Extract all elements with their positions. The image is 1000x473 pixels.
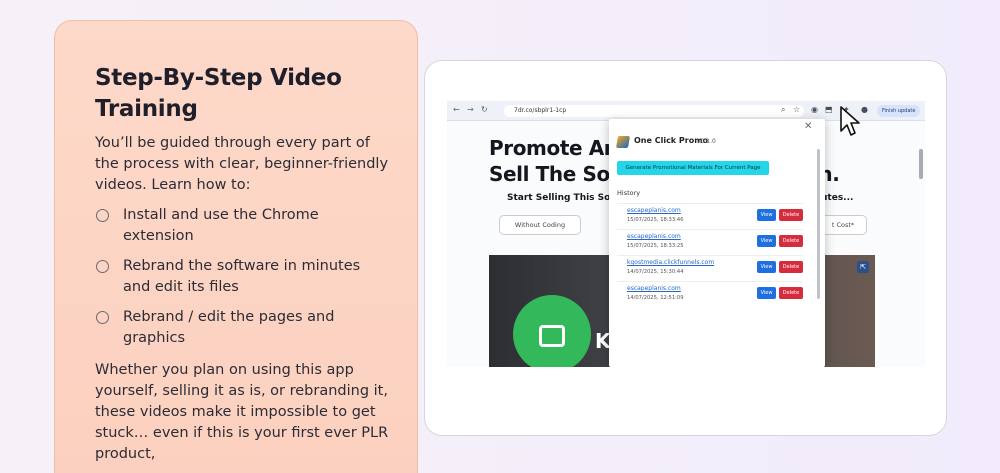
view-button: View: [757, 235, 776, 247]
address-bar: 7dr.co/sbplr1-1cp: [504, 105, 804, 117]
history-row: kgostmedia.clickfunnels.com 14/07/2025, …: [617, 255, 803, 279]
card-outro: Whether you plan on using this app yours…: [95, 362, 389, 462]
back-icon: ←: [453, 105, 460, 114]
history-heading: History: [617, 189, 641, 197]
share-icon: ⇱: [857, 261, 869, 273]
page-scrollbar: [919, 149, 923, 179]
popup-version: v0.1.0: [697, 138, 716, 145]
feature-label: Install and use the Chrome extension: [123, 207, 319, 244]
popup-scrollbar: [817, 149, 820, 299]
history-domain: escapeplanis.com: [627, 233, 681, 240]
circle-bullet-icon: [96, 209, 109, 222]
camera-icon: [539, 325, 565, 347]
feature-label: Rebrand the software in minutes and edit…: [123, 258, 361, 295]
view-button: View: [757, 209, 776, 221]
close-icon: ✕: [804, 121, 813, 132]
history-domain: kgostmedia.clickfunnels.com: [627, 259, 715, 266]
feature-label: Rebrand / edit the pages and graphics: [123, 309, 335, 346]
history-domain: escapeplanis.com: [627, 285, 681, 292]
generate-materials-button: Generate Promotional Materials For Curre…: [617, 161, 769, 175]
feature-item: Install and use the Chrome extension: [95, 205, 385, 247]
delete-button: Delete: [779, 235, 803, 247]
mouse-pointer-icon: [840, 106, 860, 136]
demo-card: ← → ↻ 7dr.co/sbplr1-1cp ⌕ ☆ ◉ ⬒ ✦ ● Fini…: [424, 60, 947, 436]
zoom-icon: ⌕: [781, 105, 786, 114]
without-coding-pill: Without Coding: [499, 215, 581, 235]
delete-button: Delete: [779, 261, 803, 273]
history-row: escapeplanis.com 15/07/2025, 18:33:25 Vi…: [617, 229, 803, 253]
finish-update-button: Finish update: [877, 105, 921, 117]
history-row: escapeplanis.com 14/07/2025, 12:51:09 Vi…: [617, 281, 803, 305]
extension-popup: ✕ One Click Promo v0.1.0 Generate Promot…: [609, 119, 825, 367]
feature-item: Rebrand / edit the pages and graphics: [95, 307, 385, 349]
delete-button: Delete: [779, 287, 803, 299]
feature-list: Install and use the Chrome extension Reb…: [95, 205, 385, 358]
history-row: escapeplanis.com 15/07/2025, 18:33:46 Vi…: [617, 203, 803, 227]
card-title: Step-By-Step Video Training: [95, 65, 342, 122]
cost-pill: t Cost*: [819, 215, 867, 235]
circle-bullet-icon: [96, 311, 109, 324]
history-domain: escapeplanis.com: [627, 207, 681, 214]
reload-icon: ↻: [481, 105, 488, 114]
training-card: Step-By-Step Video Training You’ll be gu…: [54, 20, 418, 473]
history-date: 15/07/2025, 18:33:46: [627, 217, 684, 223]
star-icon: ☆: [793, 105, 801, 114]
view-button: View: [757, 287, 776, 299]
site-subhead-end: utes...: [821, 193, 854, 203]
history-date: 14/07/2025, 15:30:44: [627, 269, 684, 275]
view-button: View: [757, 261, 776, 273]
profile-icon: ●: [861, 105, 868, 114]
demo-screenshot: ← → ↻ 7dr.co/sbplr1-1cp ⌕ ☆ ◉ ⬒ ✦ ● Fini…: [447, 101, 925, 367]
card-intro: You’ll be guided through every part of t…: [95, 135, 389, 193]
circle-bullet-icon: [96, 260, 109, 273]
pin-icon: ⬒: [825, 105, 833, 114]
history-date: 15/07/2025, 18:33:25: [627, 243, 684, 249]
history-date: 14/07/2025, 12:51:09: [627, 295, 684, 301]
feature-item: Rebrand the software in minutes and edit…: [95, 256, 385, 298]
forward-icon: →: [467, 105, 474, 114]
extension-icon: ◉: [811, 105, 818, 114]
one-click-promo-logo: [615, 136, 631, 148]
delete-button: Delete: [779, 209, 803, 221]
site-subhead: Start Selling This Softv: [507, 193, 625, 203]
